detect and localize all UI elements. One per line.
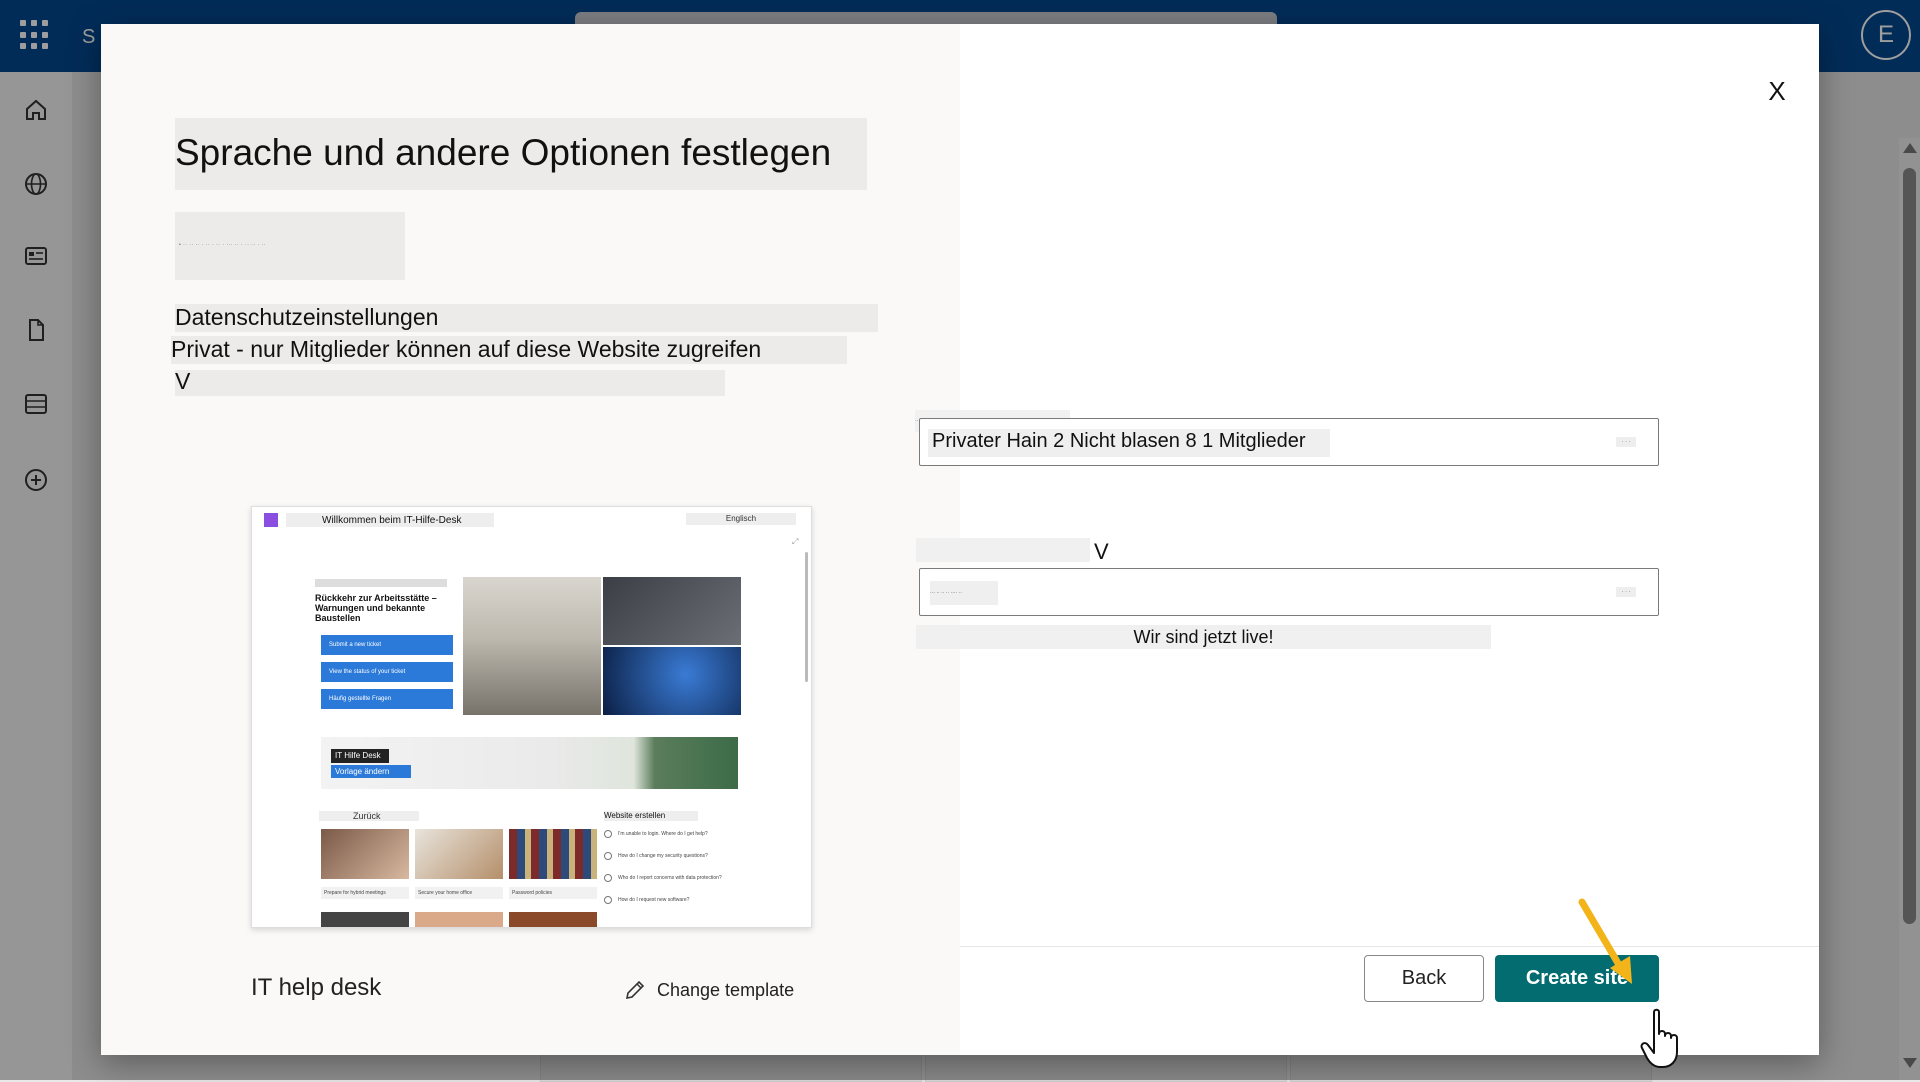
preview-meeting-image [463, 577, 601, 715]
dropdown-chevron[interactable]: V [1094, 539, 1109, 565]
preview-faq-text: Who do I report concerns with data prote… [618, 875, 722, 881]
preview-hero-heading: Rückkehr zur Arbeitsstätte – Warnungen u… [315, 593, 437, 623]
privacy-dropdown-value[interactable]: Privat - nur Mitglieder können auf diese… [171, 336, 761, 363]
dialog-title: Sprache und andere Optionen festlegen [175, 132, 832, 173]
privacy-dropdown-chevron[interactable]: V [175, 368, 190, 395]
preview-card-caption: Prepare for hybrid meetings [321, 887, 409, 899]
change-template-link[interactable]: Change template [623, 976, 794, 1004]
faq-bullet-icon [604, 895, 612, 904]
arrow-pointer-icon [1578, 898, 1632, 984]
preview-card-image [509, 912, 597, 927]
preview-network-image [603, 647, 741, 715]
site-option-field-2-value: ··· ·· ·· ·· ···· ·· [930, 581, 998, 605]
faq-bullet-icon [604, 851, 612, 860]
preview-card-image [415, 912, 503, 927]
faq-bullet-icon [604, 873, 612, 882]
preview-scrollbar [805, 552, 808, 682]
back-button[interactable]: Back [1364, 955, 1484, 1002]
preview-site-title: Willkommen beim IT-Hilfe-Desk [322, 515, 462, 526]
preview-banner-title: IT Hilfe Desk [331, 749, 389, 763]
preview-button: View the status of your ticket [321, 662, 453, 682]
preview-card-caption: Secure your home office [415, 887, 503, 899]
obscured-caption-text: • ·· ·· ·· · ·· · ·· · ··· ·· · ·· ·· · … [179, 242, 266, 248]
preview-section-left: Zurück [319, 811, 419, 821]
preview-button: Submit a new ticket [321, 635, 453, 655]
chevron-highlight [175, 370, 725, 396]
preview-faq-text: I'm unable to login. Where do I get help… [618, 831, 708, 837]
privacy-label: Datenschutzeinstellungen [175, 304, 439, 330]
preview-faq-item: How do I request new software? [604, 895, 754, 905]
hand-cursor-icon [1640, 1008, 1678, 1068]
pencil-icon [625, 980, 645, 1000]
close-button[interactable]: X [1762, 74, 1792, 108]
expand-icon: ⤢ [792, 537, 799, 546]
preview-card-image [321, 829, 409, 879]
preview-site-logo [264, 513, 278, 527]
site-option-field-value: Privater Hain 2 Nicht blasen 8 1 Mitglie… [932, 430, 1306, 452]
preview-card-image [321, 912, 409, 927]
preview-small-text [315, 579, 447, 587]
live-status-text: Wir sind jetzt live! [1133, 627, 1274, 647]
preview-card-caption: Password policies [509, 887, 597, 899]
template-preview: Willkommen beim IT-Hilfe-Desk Englisch ⤢… [251, 506, 812, 928]
template-name: IT help desk [251, 974, 382, 1001]
preview-language: Englisch [686, 513, 796, 525]
preview-section-right: Website erstellen [604, 811, 698, 821]
change-template-label: Change template [657, 979, 795, 1000]
site-option-field-2[interactable]: ··· ·· ·· ·· ···· ·· · · · [919, 568, 1659, 616]
field-action-button[interactable]: · · · [1616, 587, 1636, 597]
chevron-highlight [916, 538, 1090, 562]
footer-divider [960, 946, 1819, 947]
preview-site-title-bar: Willkommen beim IT-Hilfe-Desk [286, 513, 494, 527]
preview-faq-item: I'm unable to login. Where do I get help… [604, 829, 754, 839]
preview-card-image [415, 829, 503, 879]
preview-faq-item: Who do I report concerns with data prote… [604, 873, 754, 883]
preview-person-image [603, 577, 741, 645]
preview-banner-button: Vorlage ändern [331, 765, 411, 778]
field-action-button[interactable]: · · · [1616, 437, 1636, 447]
preview-banner [321, 737, 738, 789]
preview-faq-text: How do I change my security questions? [618, 853, 708, 859]
obscured-caption: • ·· ·· ·· · ·· · ·· · ··· ·· · ·· ·· · … [175, 212, 405, 280]
faq-bullet-icon [604, 829, 612, 838]
preview-card-image [509, 829, 597, 879]
preview-faq-item: How do I change my security questions? [604, 851, 754, 861]
site-option-field[interactable]: Privater Hain 2 Nicht blasen 8 1 Mitglie… [919, 418, 1659, 466]
preview-faq-text: How do I request new software? [618, 897, 690, 903]
dialog-left-panel: Sprache und andere Optionen festlegen • … [101, 24, 960, 1055]
preview-button: Häufig gestellte Fragen [321, 689, 453, 709]
